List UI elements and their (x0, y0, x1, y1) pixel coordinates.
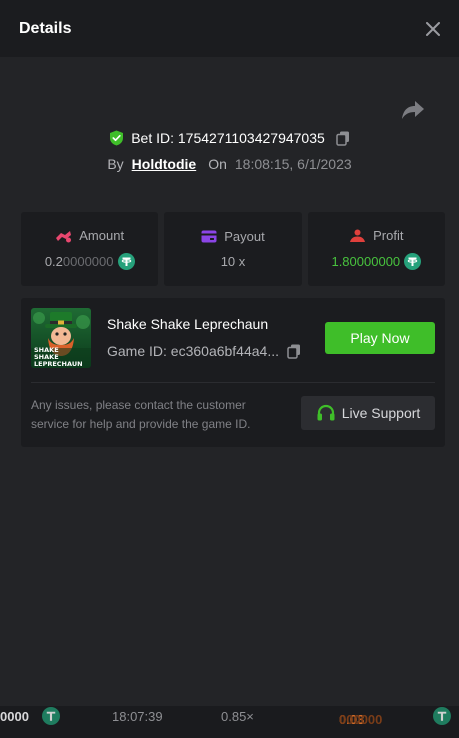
copy-bet-id-button[interactable] (336, 131, 350, 146)
tether-coin-icon (42, 707, 60, 728)
amount-label-row: Amount (55, 228, 124, 243)
amount-value: 0.20000000 (44, 254, 114, 269)
headset-icon (317, 404, 335, 421)
history-multiplier: 0.85× (221, 709, 254, 724)
payout-label: Payout (224, 229, 265, 244)
game-card: SHAKE SHAKE LEPRECHAUN Shake Shake Lepre… (21, 298, 445, 447)
game-name[interactable]: Shake Shake Leprechaun (107, 316, 268, 332)
bet-details-modal: Details Bet ID: 1754271103427947035 By H… (0, 0, 459, 706)
game-id: Game ID: ec360a6bf44a4... (107, 343, 279, 359)
game-thumbnail[interactable]: SHAKE SHAKE LEPRECHAUN (31, 308, 91, 368)
modal-title: Details (19, 19, 72, 37)
author-row: By Holdtodie On 18:08:15, 6/1/2023 (0, 156, 459, 172)
stat-amount: Amount 0.20000000 (21, 212, 159, 286)
close-icon (426, 21, 440, 36)
payout-value: 10 x (220, 254, 246, 269)
copy-icon (287, 344, 300, 359)
tether-coin-icon (404, 253, 422, 270)
background-history-row: 0000 18:07:39 0.85× 0.03 000000 (0, 706, 459, 728)
stat-profit: Profit 1.80000000 (307, 212, 445, 286)
copy-icon (336, 131, 349, 146)
tether-coin-icon (117, 253, 135, 270)
amount-value-row: 0.20000000 (45, 253, 135, 270)
bet-timestamp: 18:08:15, 6/1/2023 (234, 156, 352, 172)
profit-icon (350, 229, 366, 242)
amount-icon (56, 230, 72, 242)
shield-check-icon (110, 130, 124, 146)
profit-label: Profit (373, 228, 404, 243)
thumbnail-title: SHAKE SHAKE LEPRECHAUN (34, 346, 83, 368)
bet-id-row: Bet ID: 1754271103427947035 (0, 130, 459, 146)
stats-row: Amount 0.20000000 Payout 10 x Profit 1.8… (21, 212, 445, 286)
game-id-row: Game ID: ec360a6bf44a4... (107, 343, 301, 359)
profit-label-row: Profit (349, 228, 403, 243)
bet-id: Bet ID: 1754271103427947035 (131, 130, 325, 146)
live-support-button[interactable]: Live Support (301, 396, 435, 430)
profit-value-row: 1.80000000 (331, 253, 422, 270)
divider (31, 382, 435, 383)
profit-value: 1.80000000 (331, 254, 401, 269)
live-support-label: Live Support (341, 405, 421, 421)
history-time: 18:07:39 (112, 709, 163, 724)
tether-coin-icon (433, 707, 451, 728)
support-info-text: Any issues, please contact the customer … (31, 398, 251, 431)
copy-game-id-button[interactable] (287, 344, 301, 359)
history-amount: 0000 (0, 709, 29, 724)
on-label: On (208, 156, 227, 172)
payout-label-row: Payout (201, 229, 265, 244)
close-button[interactable] (423, 19, 443, 39)
share-icon (402, 101, 424, 119)
username-link[interactable]: Holdtodie (132, 156, 197, 172)
stat-payout: Payout 10 x (164, 212, 302, 286)
amount-label: Amount (79, 228, 125, 243)
share-button[interactable] (400, 99, 426, 121)
play-now-button[interactable]: Play Now (325, 322, 435, 354)
wallet-icon (201, 230, 217, 243)
by-label: By (107, 156, 124, 172)
modal-header: Details (0, 0, 459, 57)
